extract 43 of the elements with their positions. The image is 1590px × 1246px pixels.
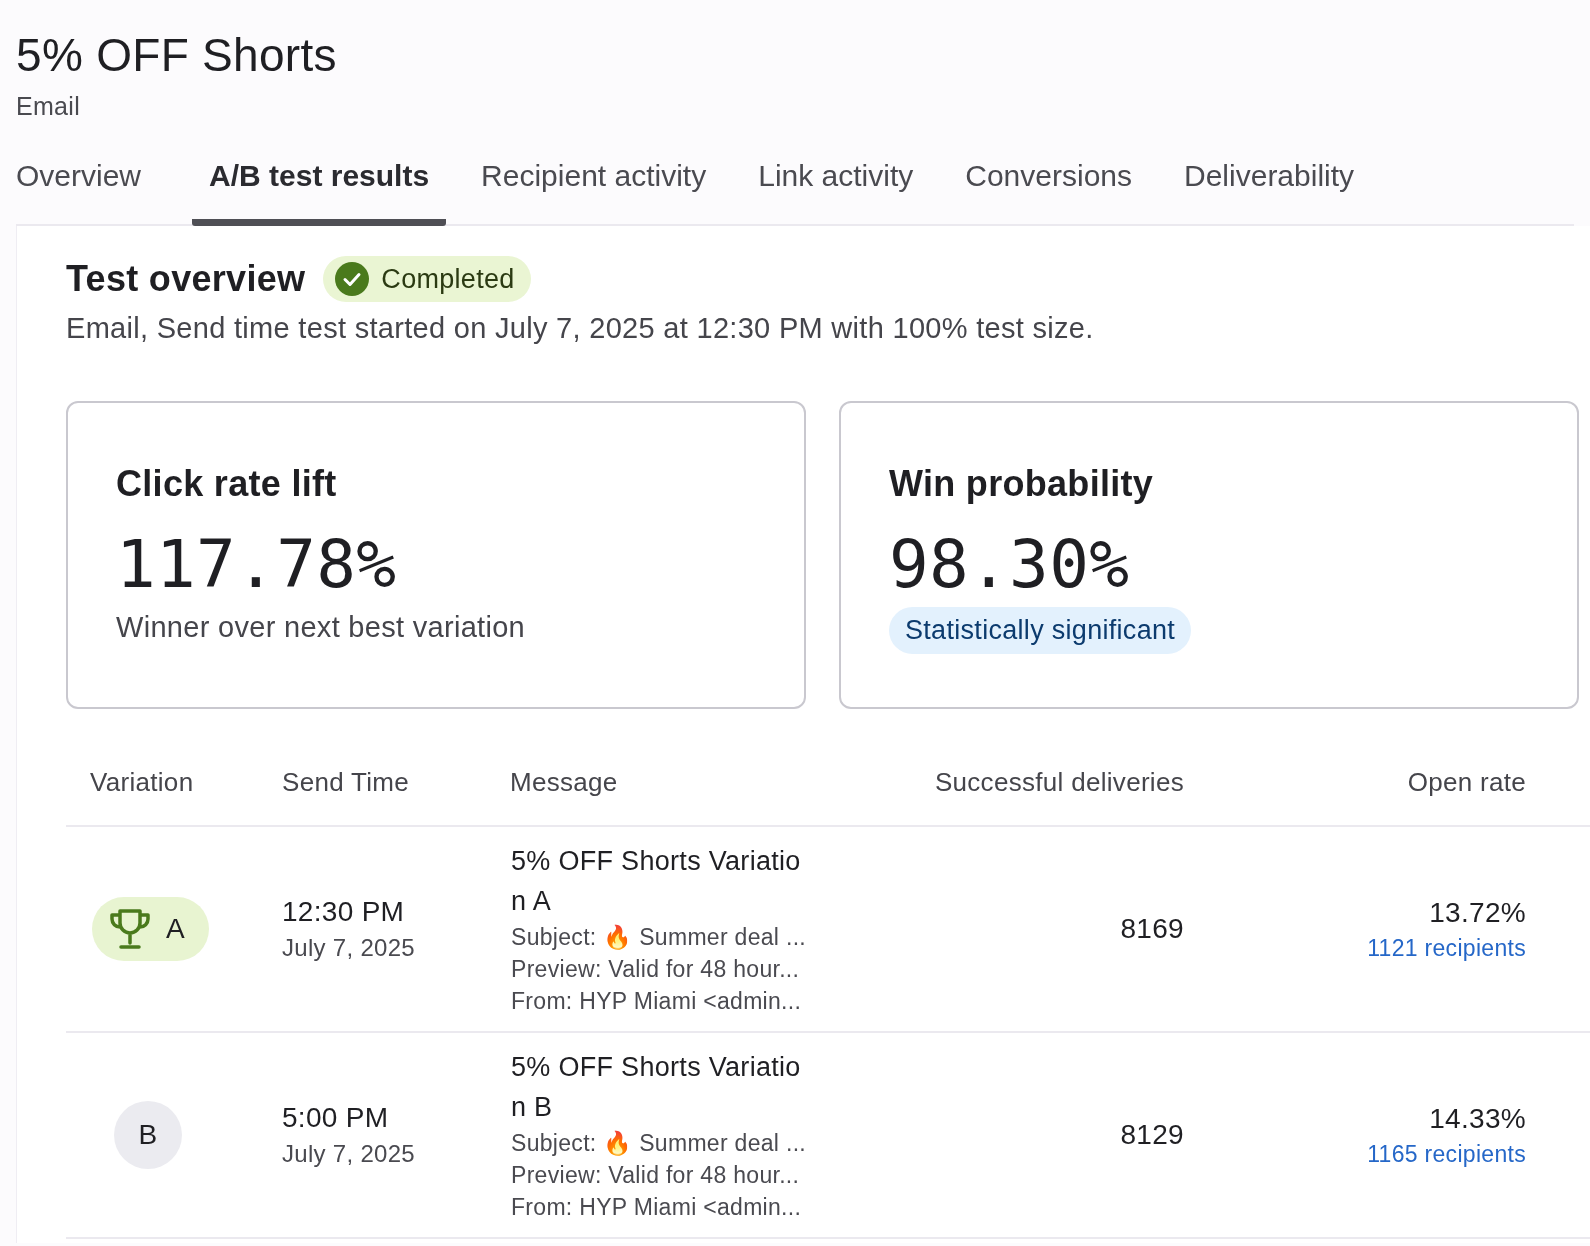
page-subtitle: Email [16,92,80,121]
status-badge: Completed [323,256,531,302]
message-subject: Subject: 🔥 Summer deal ... [511,1129,807,1158]
message-name: 5% OFF Shorts Variation B [511,1051,802,1124]
column-header: Open rate [1407,766,1527,798]
recipients-link[interactable]: 1121 recipients [1367,934,1526,962]
tab[interactable]: Link activity [741,149,931,226]
card-title: Click rate lift [116,463,337,505]
column-header: Variation [89,766,194,798]
send-time: 12:30 PM [282,896,405,928]
check-circle-icon [335,262,370,296]
page-title: 5% OFF Shorts [16,28,337,82]
message-preview: Preview: Valid for 48 hour... [511,1161,800,1190]
trophy-icon [108,908,152,950]
message-preview: Preview: Valid for 48 hour... [511,955,800,984]
open-rate: 14.33% [1429,1102,1526,1135]
send-time: 5:00 PM [282,1102,389,1134]
delivery-count: 8169 [1120,913,1184,945]
tab[interactable]: Overview [16,149,159,226]
test-description: Email, Send time test started on July 7, 2025 at 12:30 PM with 100% test size. [66,312,1094,345]
tab[interactable]: Conversions [948,149,1149,226]
column-header: Send Time [281,766,409,798]
recipients-link[interactable]: 1165 recipients [1367,1140,1526,1168]
metric-value: 117.78% [116,525,397,605]
message-sender: From: HYP Miami <admin... [511,987,802,1016]
section-heading: Test overview [66,258,306,300]
message-sender: From: HYP Miami <admin... [511,1193,802,1222]
significance-badge: Statistically significant [889,607,1192,654]
column-header: Message [509,766,618,798]
tab[interactable]: Recipient activity [464,149,724,226]
open-rate: 13.72% [1429,896,1526,929]
delivery-count: 8129 [1120,1119,1184,1151]
metric-value: 98.30% [889,525,1130,605]
tab[interactable]: Deliverability [1167,149,1372,226]
send-date: July 7, 2025 [282,934,416,962]
message-subject: Subject: 🔥 Summer deal ... [511,923,807,952]
metric-note: Winner over next best variation [116,611,526,644]
column-header: Successful deliveries [934,766,1185,798]
send-date: July 7, 2025 [282,1140,416,1168]
winner-badge: A [92,897,209,961]
card-title: Win probability [889,463,1154,505]
variation-badge: B [114,1101,182,1169]
message-name: 5% OFF Shorts Variation A [511,845,802,918]
